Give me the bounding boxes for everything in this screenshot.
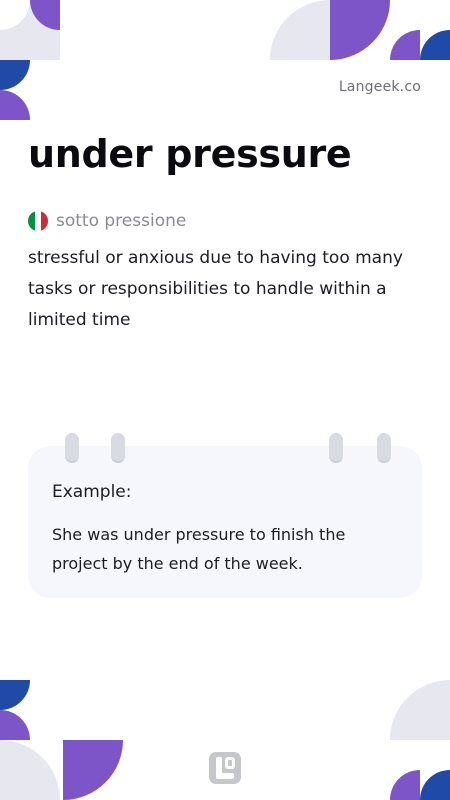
bottom-right-decoration	[390, 680, 450, 800]
site-name: Langeek.co	[338, 79, 421, 95]
example-card: Example: She was under pressure to finis…	[28, 446, 422, 598]
binder-ring	[111, 433, 125, 463]
translation-row: sotto pressione	[28, 211, 186, 231]
langeek-logo-icon	[209, 752, 241, 784]
term-title: under pressure	[28, 132, 352, 176]
italy-flag-icon	[28, 211, 48, 231]
definition-text: stressful or anxious due to having too m…	[28, 248, 403, 330]
example-text: She was under pressure to finish the pro…	[52, 525, 346, 573]
bottom-left-decoration	[0, 680, 123, 800]
binder-ring	[377, 433, 391, 463]
translation-text: sotto pressione	[56, 211, 187, 231]
top-right-decoration	[270, 0, 450, 60]
example-label: Example:	[52, 482, 132, 502]
binder-ring	[329, 433, 343, 463]
top-left-decoration	[0, 0, 60, 120]
binder-ring	[65, 433, 79, 463]
